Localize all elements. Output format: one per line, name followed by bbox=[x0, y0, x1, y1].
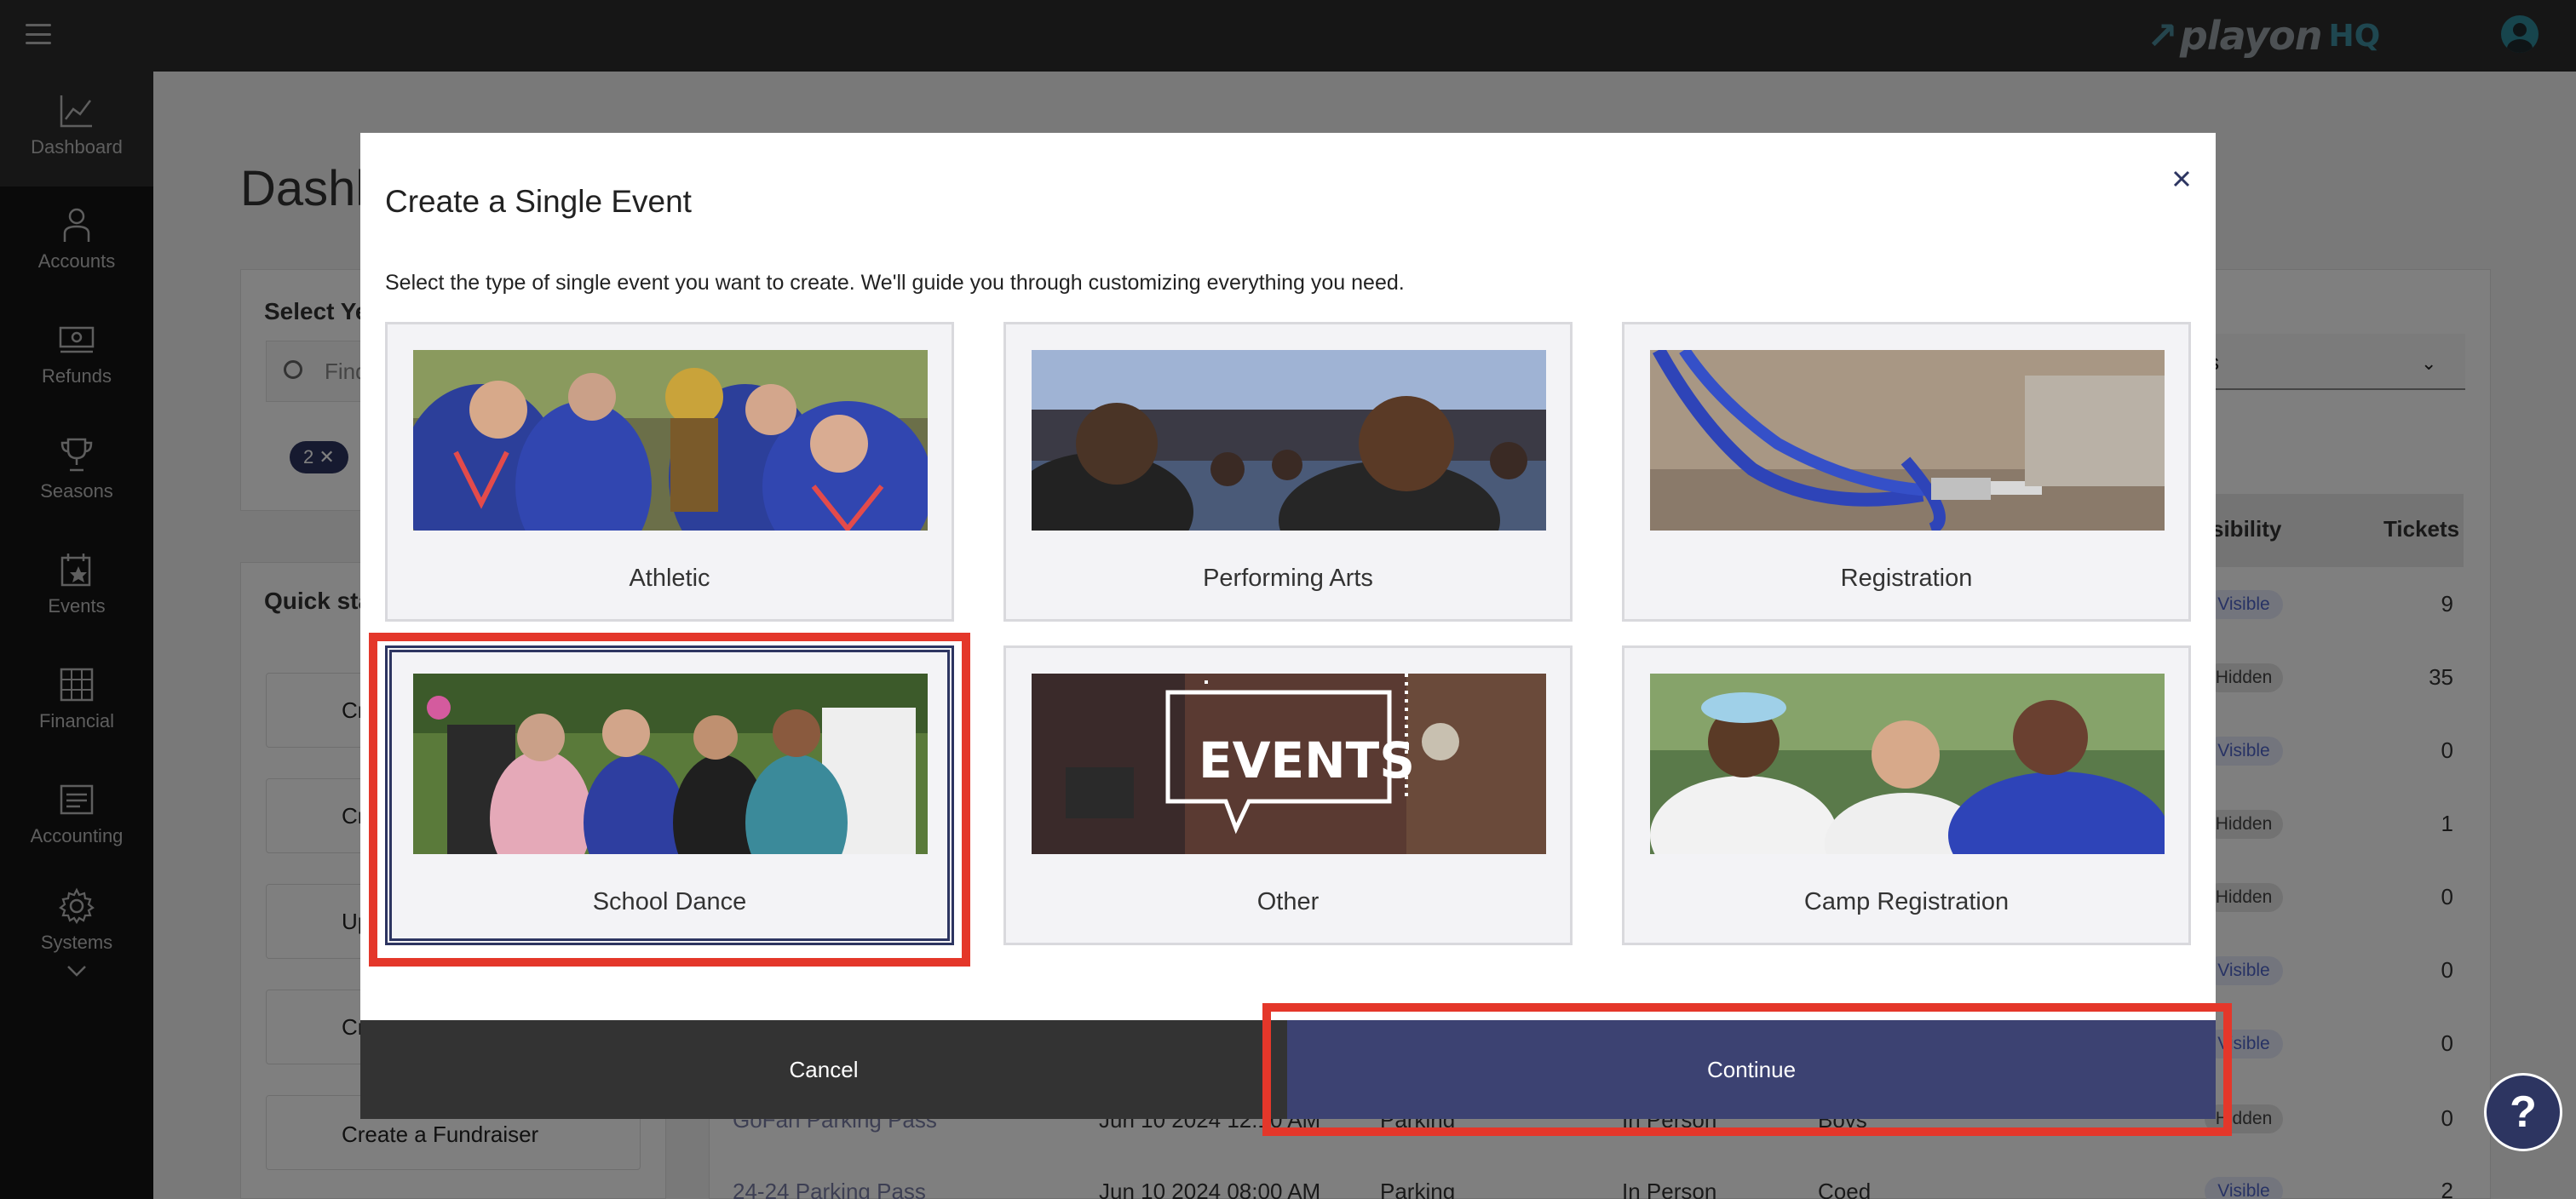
modal-subtitle: Select the type of single event you want… bbox=[385, 271, 1405, 295]
event-type-card-camp-registration[interactable]: Camp Registration bbox=[1622, 645, 2191, 945]
performing-arts-image bbox=[1032, 350, 1546, 531]
close-button[interactable] bbox=[2163, 160, 2200, 198]
card-label: Other bbox=[1256, 888, 1320, 915]
events-overlay-text: EVENTS bbox=[1199, 731, 1416, 789]
event-type-card-other[interactable]: EVENTS Other bbox=[1003, 645, 1573, 945]
create-single-event-modal: Create a Single Event Select the type of… bbox=[360, 133, 2216, 1119]
card-label: Athletic bbox=[629, 565, 710, 592]
highlight-box-school-dance bbox=[369, 633, 970, 967]
card-label: Performing Arts bbox=[1203, 565, 1373, 592]
event-type-card-athletic[interactable]: Athletic bbox=[385, 322, 954, 622]
close-icon bbox=[2173, 170, 2190, 187]
cancel-button[interactable]: Cancel bbox=[360, 1020, 1287, 1119]
athletic-image bbox=[413, 350, 928, 531]
event-type-card-registration[interactable]: Registration bbox=[1622, 322, 2191, 622]
help-button[interactable]: ? bbox=[2484, 1073, 2562, 1151]
card-label: Registration bbox=[1840, 565, 1973, 592]
highlight-box-continue bbox=[1262, 1003, 2232, 1136]
card-label: Camp Registration bbox=[1803, 888, 2010, 915]
modal-title: Create a Single Event bbox=[385, 184, 692, 219]
camp-registration-image bbox=[1650, 674, 2165, 854]
event-type-card-performing-arts[interactable]: Performing Arts bbox=[1003, 322, 1573, 622]
other-image: EVENTS bbox=[1032, 674, 1546, 854]
registration-image bbox=[1650, 350, 2165, 531]
